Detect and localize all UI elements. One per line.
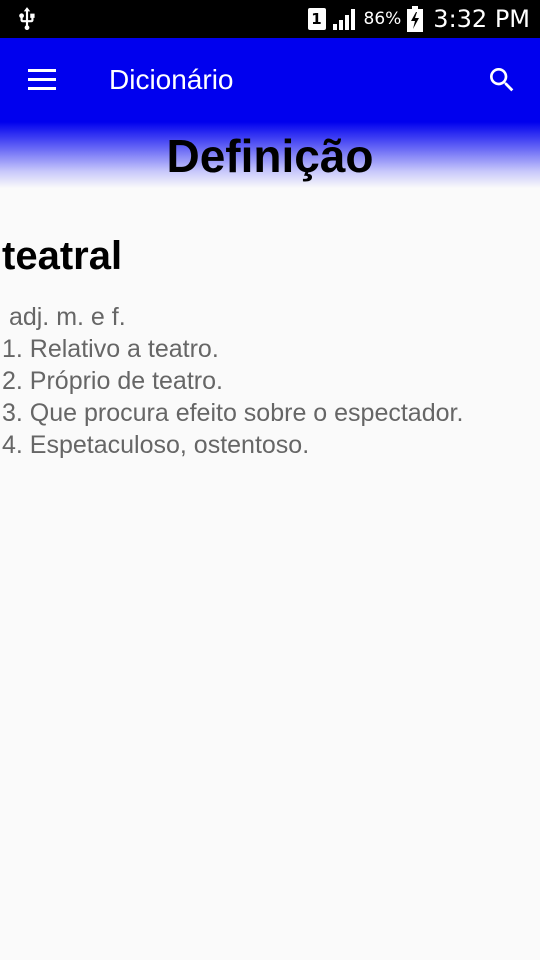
- definition-line: 1. Relativo a teatro.: [2, 335, 219, 363]
- status-bar: 1 86% 3:32 PM: [0, 0, 540, 38]
- definition-line: 2. Próprio de teatro.: [2, 367, 223, 395]
- usb-icon: [19, 7, 35, 31]
- app-title: Dicionário: [109, 64, 234, 95]
- definition-line: 4. Espetaculoso, ostentoso.: [2, 431, 310, 459]
- battery-charging-icon: [407, 6, 424, 32]
- entry-word: teatral: [2, 234, 123, 278]
- definition-line: 3. Que procura efeito sobre o espectador…: [2, 399, 464, 427]
- clock: 3:32 PM: [433, 5, 530, 33]
- signal-icon: [332, 9, 355, 30]
- menu-icon[interactable]: [26, 67, 58, 93]
- definition-list: adj. m. e f. 1. Relativo a teatro. 2. Pr…: [2, 301, 463, 461]
- app-bar: Dicionário: [0, 38, 540, 122]
- definition-line: adj. m. e f.: [2, 303, 126, 331]
- sim-icon: 1: [307, 8, 326, 30]
- section-title: Definição: [166, 130, 374, 182]
- search-icon[interactable]: [486, 64, 518, 96]
- battery-percent: 86%: [363, 9, 402, 29]
